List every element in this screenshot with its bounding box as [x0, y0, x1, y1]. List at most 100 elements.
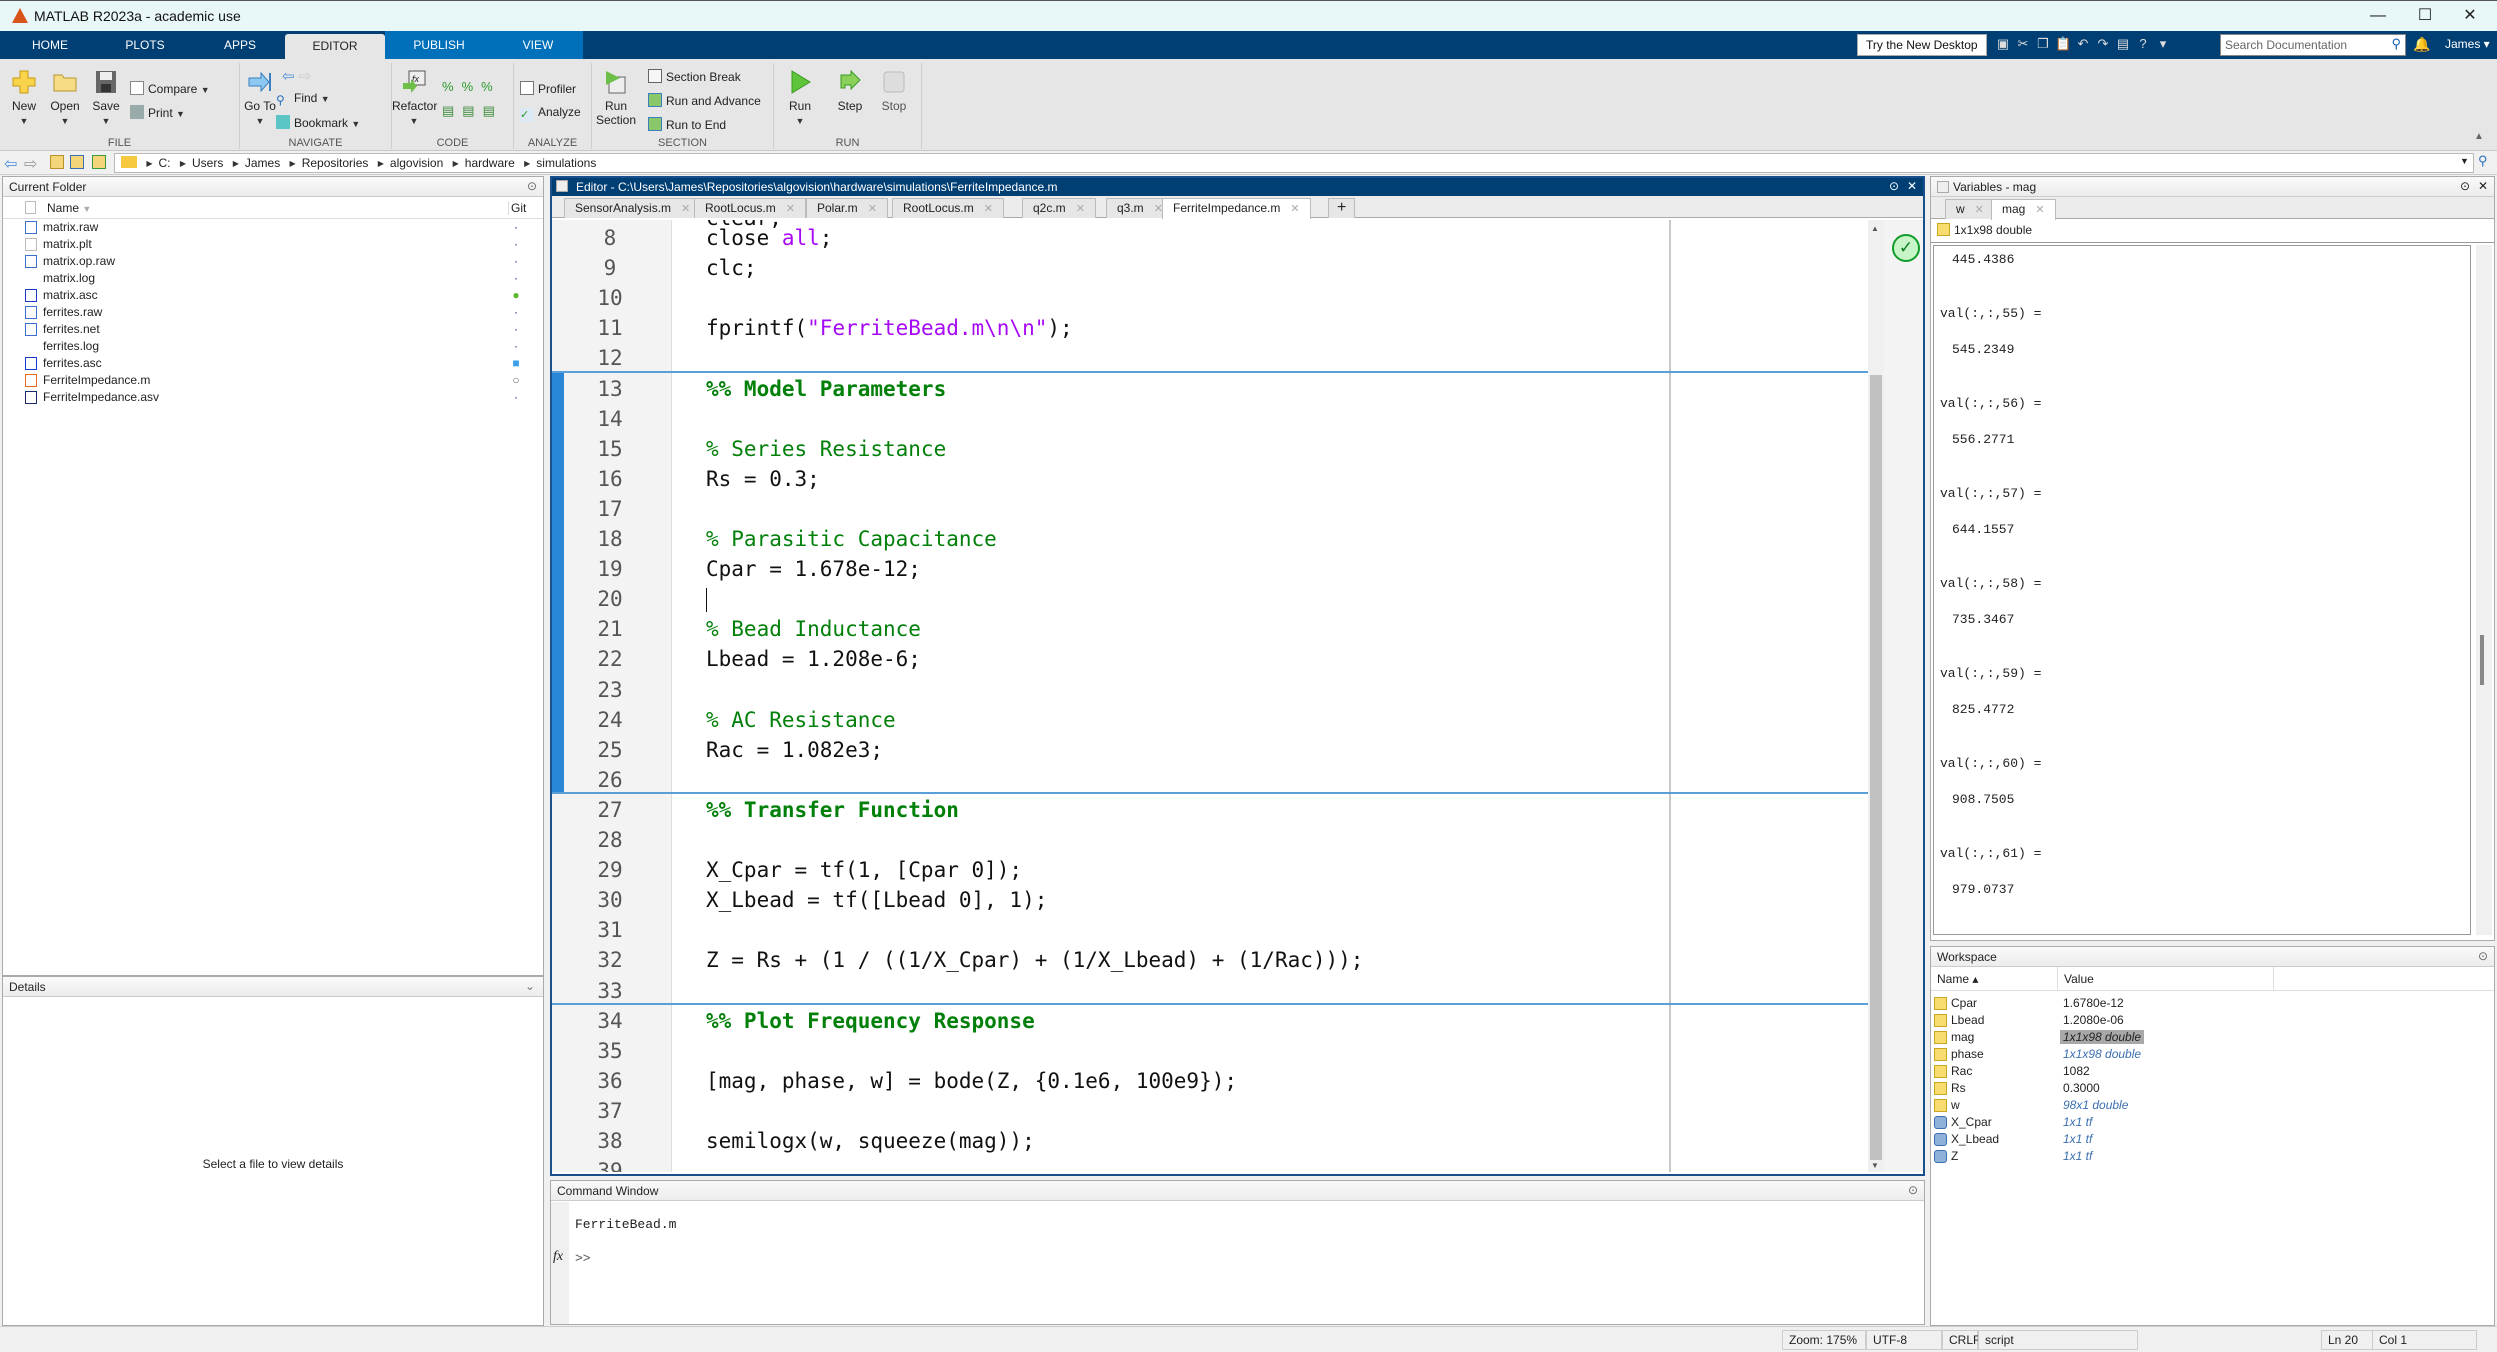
help-icon[interactable]: ?	[2135, 36, 2151, 52]
tab-home[interactable]: HOME	[20, 31, 80, 59]
encoding-status[interactable]: UTF-8	[1866, 1330, 1942, 1350]
editor-scrollbar[interactable]: ▲ ▼	[1868, 220, 1884, 1172]
switch-windows-icon[interactable]: ▤	[2115, 36, 2131, 52]
tab-editor[interactable]: EDITOR	[285, 34, 385, 59]
command-prompt[interactable]: >>	[575, 1251, 591, 1266]
crumb[interactable]: James	[245, 156, 280, 170]
decrease-indent-icon[interactable]: ▤	[483, 103, 503, 118]
close-tab-icon[interactable]: ✕	[2035, 204, 2044, 216]
workspace-row[interactable]: Rac 1082	[1931, 1063, 2491, 1080]
close-tab-icon[interactable]: ✕	[786, 203, 795, 215]
close-tab-icon[interactable]: ✕	[681, 203, 690, 215]
code-area[interactable]: clear;8close all;9clc;1011fprintf("Ferri…	[552, 220, 1872, 1172]
git-column-header[interactable]: Git	[508, 201, 526, 215]
file-row[interactable]: ferrites.raw ·	[3, 304, 543, 321]
run-button[interactable]: Run ▼	[780, 69, 820, 127]
close-tab-icon[interactable]: ✕	[1290, 203, 1299, 215]
back-arrow-icon[interactable]: ⇦	[282, 68, 295, 85]
up-folder-icon[interactable]	[50, 155, 64, 169]
file-row[interactable]: FerriteImpedance.asv ·	[3, 389, 543, 406]
refactor-button[interactable]: fx Refactor ▼	[392, 69, 437, 127]
workspace-row[interactable]: Z 1x1 tf	[1931, 1148, 2491, 1165]
comment-icon[interactable]: %	[442, 79, 462, 94]
close-tab-icon[interactable]: ✕	[868, 203, 877, 215]
workspace-row[interactable]: Rs 0.3000	[1931, 1080, 2491, 1097]
search-icon[interactable]: ⚲	[2391, 36, 2401, 52]
editor-tab[interactable]: q2c.m ✕	[1022, 198, 1096, 218]
file-row[interactable]: matrix.plt ·	[3, 236, 543, 253]
tab-view[interactable]: VIEW	[493, 31, 583, 59]
scroll-up-arrow-icon[interactable]: ▲	[1871, 224, 1879, 233]
variable-tab-w[interactable]: w ✕	[1945, 199, 1995, 219]
tab-publish[interactable]: PUBLISH	[385, 31, 493, 59]
chevron-down-icon[interactable]: ⌄	[525, 979, 535, 993]
file-row[interactable]: matrix.log ·	[3, 270, 543, 287]
notification-bell-icon[interactable]: 🔔	[2413, 36, 2430, 53]
try-new-desktop-button[interactable]: Try the New Desktop	[1857, 34, 1987, 56]
editor-close-icon[interactable]: ✕	[1907, 179, 1917, 193]
minimize-button[interactable]: —	[2358, 3, 2398, 29]
save-button[interactable]: Save ▼	[90, 69, 122, 127]
run-section-button[interactable]: Run Section	[594, 69, 638, 127]
save-icon[interactable]: ▣	[1995, 36, 2011, 52]
open-button[interactable]: Open ▼	[48, 69, 82, 127]
goto-button[interactable]: Go To ▼	[240, 69, 280, 127]
crumb[interactable]: algovision	[390, 156, 443, 170]
file-row[interactable]: matrix.op.raw ·	[3, 253, 543, 270]
comment-buttons[interactable]: %%%	[442, 79, 501, 94]
redo-icon[interactable]: ↷	[2095, 36, 2111, 52]
copy-icon[interactable]: ❐	[2035, 36, 2051, 52]
close-button[interactable]: ✕	[2450, 3, 2490, 29]
new-tab-button[interactable]: +	[1328, 198, 1356, 218]
file-row[interactable]: matrix.raw ·	[3, 219, 543, 236]
workspace-row[interactable]: Cpar 1.6780e-12	[1931, 995, 2491, 1012]
close-tab-icon[interactable]: ✕	[1975, 204, 1984, 216]
close-tab-icon[interactable]: ✕	[1076, 203, 1085, 215]
file-row[interactable]: ferrites.asc ■	[3, 355, 543, 372]
maximize-button[interactable]: ☐	[2405, 3, 2445, 29]
file-row[interactable]: FerriteImpedance.m ○	[3, 372, 543, 389]
panel-actions-icon[interactable]: ⊙	[2460, 179, 2470, 193]
eol-status[interactable]: CRLF	[1942, 1330, 1980, 1350]
undo-icon[interactable]: ↶	[2075, 36, 2091, 52]
panel-actions-icon[interactable]: ⊙	[527, 179, 537, 193]
find-button[interactable]: ⚲ Find ▼	[276, 91, 330, 107]
increase-indent-icon[interactable]: ▤	[462, 103, 482, 118]
code-analyzer-ok-icon[interactable]: ✓	[1892, 234, 1920, 262]
back-forward-buttons[interactable]: ⇦ ⇨	[282, 67, 311, 85]
name-column-header[interactable]: Name ▴	[1937, 972, 1978, 986]
variable-tab-mag[interactable]: mag ✕	[1991, 199, 2056, 220]
crumb[interactable]: hardware	[465, 156, 515, 170]
forward-icon[interactable]: ⇨	[24, 154, 37, 174]
bookmark-button[interactable]: Bookmark ▼	[276, 115, 360, 130]
value-column-header[interactable]: Value	[2057, 967, 2100, 991]
path-breadcrumb[interactable]: ▶ C: ▶ Users ▶ James ▶ Repositories ▶ algovis…	[114, 153, 2474, 173]
file-row[interactable]: matrix.asc ●	[3, 287, 543, 304]
tab-plots[interactable]: PLOTS	[115, 31, 175, 59]
close-tab-icon[interactable]: ✕	[984, 203, 993, 215]
panel-actions-icon[interactable]: ⊙	[1908, 1183, 1918, 1197]
scroll-down-arrow-icon[interactable]: ▼	[1871, 1161, 1879, 1170]
indent-buttons[interactable]: ▤▤▤	[442, 103, 503, 119]
editor-actions-icon[interactable]: ⊙	[1889, 179, 1899, 193]
workspace-row[interactable]: X_Lbead 1x1 tf	[1931, 1131, 2491, 1148]
scrollbar-thumb[interactable]	[2480, 635, 2484, 685]
crumb[interactable]: C:	[159, 156, 171, 170]
wrap-comments-icon[interactable]: %	[481, 79, 501, 94]
workspace-row[interactable]: mag 1x1x98 double	[1931, 1029, 2491, 1046]
crumb[interactable]: Users	[192, 156, 223, 170]
compare-button[interactable]: Compare ▼	[130, 81, 210, 96]
analyze-button[interactable]: ✓ Analyze	[520, 105, 581, 122]
new-button[interactable]: New ▼	[8, 69, 40, 127]
file-row[interactable]: ferrites.net ·	[3, 321, 543, 338]
run-to-end-button[interactable]: Run to End	[648, 117, 726, 132]
cut-icon[interactable]: ✂	[2015, 36, 2031, 52]
collapse-toolstrip-icon[interactable]: ▲	[2474, 131, 2484, 142]
workspace-row[interactable]: w 98x1 double	[1931, 1097, 2491, 1114]
browse-folder-icon[interactable]	[70, 155, 84, 169]
run-and-advance-button[interactable]: Run and Advance	[648, 93, 761, 108]
step-button[interactable]: Step	[830, 69, 870, 113]
customize-icon[interactable]: ▾	[2155, 36, 2171, 52]
profiler-button[interactable]: Profiler	[520, 81, 576, 96]
paste-icon[interactable]: 📋	[2055, 36, 2071, 52]
